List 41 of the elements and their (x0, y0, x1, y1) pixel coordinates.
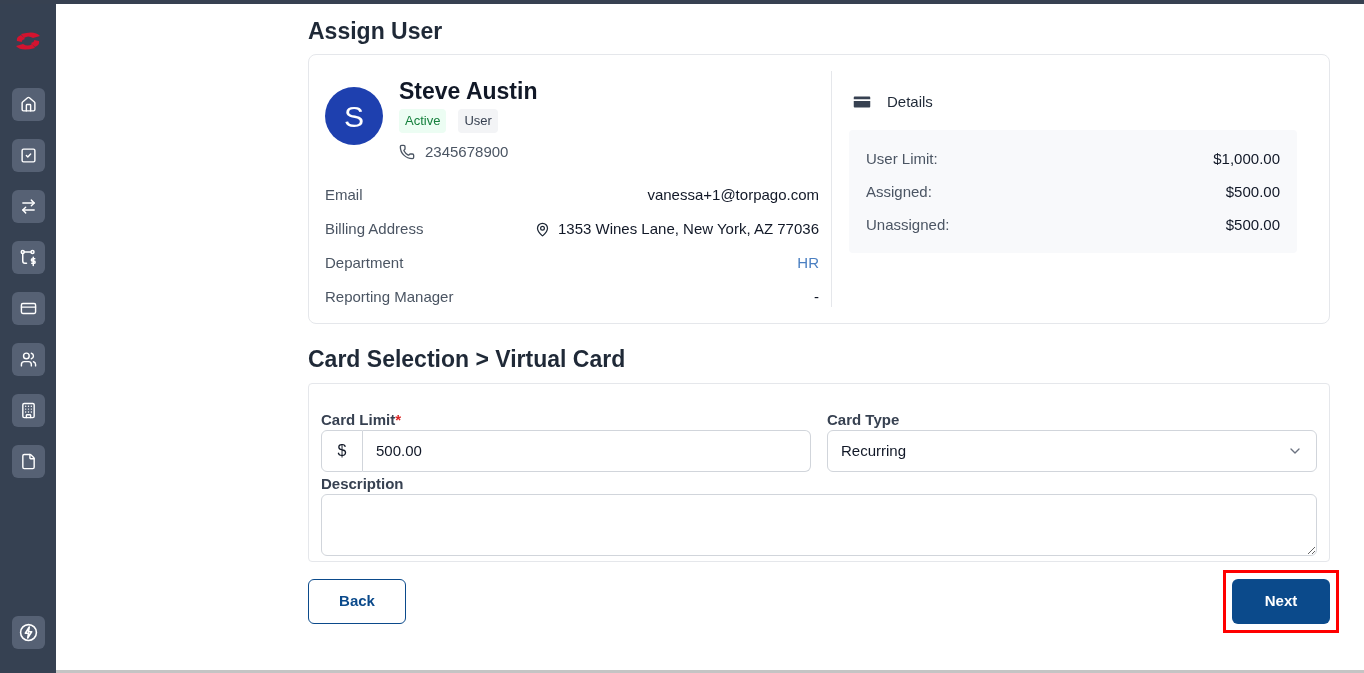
credit-card-icon[interactable] (11, 292, 45, 325)
building-icon[interactable] (11, 394, 45, 427)
field-label: Card Type (827, 410, 901, 430)
field-value: vanessa+1@torpago.com (647, 185, 819, 206)
field-label: Description (321, 474, 405, 494)
field-value: 1353 Wines Lane, New York, AZ 77036 (558, 219, 819, 240)
page-title: Assign User (308, 17, 444, 46)
field-label: Card Limit* (321, 410, 403, 430)
card-limit-field[interactable]: 500.00 (363, 430, 811, 472)
back-button[interactable]: Back (308, 579, 406, 624)
phone-number: 2345678900 (425, 141, 509, 162)
details-label: Assigned: (866, 181, 932, 202)
route-dollar-icon[interactable] (11, 241, 45, 274)
description-field[interactable] (321, 494, 1317, 556)
phone-icon (399, 143, 415, 160)
field-value: - (814, 287, 819, 308)
home-icon[interactable] (11, 88, 45, 121)
users-icon[interactable] (11, 343, 45, 376)
status-badge: Active (399, 109, 447, 133)
field-label: Billing Address (325, 219, 424, 240)
details-value: $1,000.00 (1213, 148, 1280, 169)
department-link[interactable]: HR (797, 252, 819, 275)
section-title: Card Selection > Virtual Card (308, 345, 627, 374)
details-value: $500.00 (1225, 181, 1280, 202)
transfer-icon[interactable] (11, 190, 45, 223)
lightning-icon[interactable] (11, 616, 45, 649)
location-pin-icon (535, 222, 550, 237)
card-type-select[interactable]: Recurring (827, 430, 1317, 472)
details-label: Unassigned: (866, 214, 950, 235)
details-title: Details (887, 92, 933, 112)
avatar: S (325, 87, 383, 145)
field-label: Department (325, 253, 404, 274)
file-icon[interactable] (11, 445, 45, 478)
next-button[interactable]: Next (1232, 579, 1330, 624)
user-name: Steve Austin (399, 77, 538, 106)
field-label: Reporting Manager (325, 287, 454, 308)
checkbox-icon[interactable] (11, 139, 45, 172)
role-badge: User (458, 109, 498, 133)
details-label: User Limit: (866, 148, 938, 169)
field-label: Email (325, 185, 363, 206)
details-value: $500.00 (1225, 214, 1280, 235)
